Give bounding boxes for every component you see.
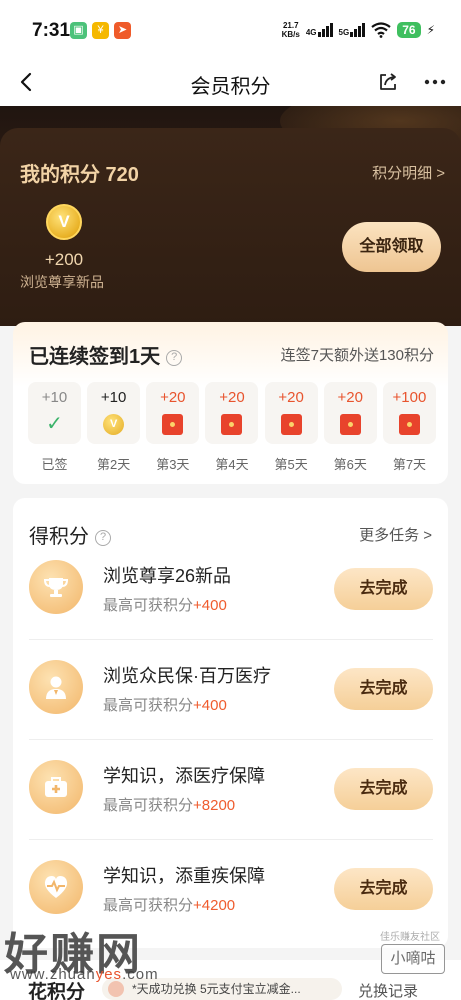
gallery-app-icon: ▣ — [70, 22, 87, 39]
heart-pulse-icon — [29, 860, 83, 914]
coin-amount: +200 — [44, 250, 84, 269]
task-reward: 最高可获积分+400 — [103, 597, 227, 614]
complete-task-button[interactable]: 去完成 — [334, 568, 433, 610]
complete-task-button[interactable]: 去完成 — [334, 668, 433, 710]
day-label: 第7天 — [392, 457, 427, 472]
user-icon — [29, 660, 83, 714]
task-item: 浏览众民保·百万医疗 最高可获积分+400 去完成 — [29, 640, 433, 740]
coin-label: 浏览尊享新品 — [20, 274, 104, 290]
task-reward: 最高可获积分+400 — [103, 697, 227, 714]
red-envelope-icon — [221, 414, 243, 435]
send-app-icon: ➤ — [114, 22, 131, 39]
checkin-day[interactable]: +10 ✓ 已签 — [28, 382, 81, 473]
share-icon[interactable] — [376, 70, 400, 94]
my-points-title: 我的积分 720 — [20, 164, 139, 186]
day-label: 第2天 — [97, 457, 131, 472]
red-envelope-icon — [162, 414, 184, 435]
watermark-community: 佳乐赚友社区 — [380, 932, 440, 943]
checkin-day[interactable]: +10 V 第2天 — [87, 382, 141, 473]
task-name: 浏览尊享26新品 — [103, 566, 232, 586]
complete-task-button[interactable]: 去完成 — [334, 768, 433, 810]
day-points: +20 — [219, 389, 245, 406]
checkin-day[interactable]: +100 第7天 — [382, 382, 436, 473]
checkin-title: 已连续签到1天? — [29, 340, 183, 369]
day-points: +10 — [41, 389, 68, 406]
wifi-icon — [371, 22, 391, 38]
checkin-day[interactable]: +20 第6天 — [323, 382, 377, 473]
network-speed: 21.7 KB/s — [281, 21, 300, 39]
checkin-day[interactable]: +20 第4天 — [205, 382, 259, 473]
task-item: 学知识，添医疗保障 最高可获积分+8200 去完成 — [29, 740, 433, 840]
points-hero: 我的积分 720 积分明细 > V +200 浏览尊享新品 全部领取 — [0, 106, 461, 326]
charging-icon: ⚡ — [426, 23, 435, 37]
red-envelope-icon — [280, 414, 302, 435]
avatar — [108, 981, 124, 997]
coin-icon: V — [103, 414, 125, 435]
checkin-bonus-text: 连签7天额外送130积分 — [280, 347, 434, 364]
day-points: +100 — [392, 389, 427, 406]
nav-bar: 会员积分 — [0, 60, 461, 106]
red-envelope-icon — [339, 414, 361, 435]
status-time: 7:31 — [32, 20, 71, 41]
watermark-box: 小嘀咕 — [381, 944, 445, 974]
day-points: +10 — [100, 389, 127, 406]
points-detail-link[interactable]: 积分明细 > — [372, 162, 445, 183]
checkin-card: 已连续签到1天? 连签7天额外送130积分 +10 ✓ 已签 +10 V 第2天… — [13, 322, 448, 484]
day-points: +20 — [278, 389, 304, 406]
day-label: 第4天 — [215, 457, 249, 472]
red-envelope-icon — [398, 414, 420, 435]
exchange-records-link[interactable]: 兑换记录 — [358, 980, 418, 1000]
earn-points-card: 得积分? 更多任务 > 浏览尊享26新品 最高可获积分+400 去完成 浏览众民… — [13, 498, 448, 948]
task-name: 学知识，添医疗保障 — [103, 766, 265, 786]
day-label: 已签 — [41, 457, 68, 472]
task-name: 浏览众民保·百万医疗 — [103, 666, 271, 686]
status-indicators: 21.7 KB/s 4G 5G 76 ⚡ — [282, 18, 435, 42]
yuan-app-icon: ¥ — [92, 22, 109, 39]
day-points: +20 — [337, 389, 363, 406]
day-label: 第6天 — [333, 457, 367, 472]
complete-task-button[interactable]: 去完成 — [334, 868, 433, 910]
points-coin-icon[interactable]: V — [46, 204, 82, 240]
task-reward: 最高可获积分+8200 — [103, 797, 236, 814]
help-icon[interactable]: ? — [166, 349, 183, 366]
signal-4g-icon: 4G — [306, 23, 333, 37]
check-icon: ✓ — [46, 413, 63, 435]
day-label: 第5天 — [274, 457, 308, 472]
claim-all-button[interactable]: 全部领取 — [342, 222, 441, 272]
task-item: 浏览尊享26新品 最高可获积分+400 去完成 — [29, 540, 433, 640]
task-reward: 最高可获积分+4200 — [103, 897, 236, 914]
trophy-icon — [29, 560, 83, 614]
day-points: +20 — [160, 389, 186, 406]
more-options-icon[interactable] — [422, 70, 448, 94]
task-name: 学知识，添重疾保障 — [103, 866, 265, 886]
checkin-day[interactable]: +20 第3天 — [146, 382, 200, 473]
medical-kit-icon — [29, 760, 83, 814]
checkin-day[interactable]: +20 第5天 — [264, 382, 318, 473]
watermark-url: www.zhuanyes.com — [10, 966, 159, 983]
day-label: 第3天 — [156, 457, 190, 472]
battery-indicator: 76 — [397, 22, 421, 38]
checkin-days: +10 ✓ 已签 +10 V 第2天 +20 第3天 +20 第4天 +20 第… — [28, 382, 436, 473]
status-bar: 7:31 ▣ ¥ ➤ 21.7 KB/s 4G 5G 76 ⚡ — [0, 0, 461, 60]
signal-5g-icon: 5G — [339, 23, 366, 37]
